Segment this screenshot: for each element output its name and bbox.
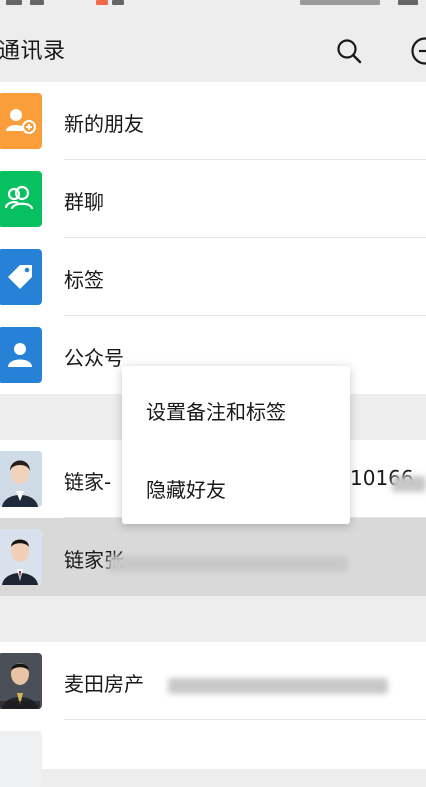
entry-label: 公众号 [64, 342, 124, 371]
entry-group-chats[interactable]: 群聊 [0, 160, 426, 238]
entry-new-friends[interactable]: 新的朋友 [0, 82, 426, 160]
status-bar [0, 0, 426, 10]
status-indicators [300, 0, 380, 5]
contact-row[interactable]: 链家张 [0, 518, 426, 596]
context-menu: 设置备注和标签 隐藏好友 [122, 366, 350, 524]
signal-icon [30, 0, 44, 5]
signal-icon [6, 0, 22, 5]
section-gap [0, 596, 426, 642]
contact-name: 麦田房产 [64, 668, 144, 697]
entry-tags[interactable]: 标签 [0, 238, 426, 316]
battery-icon [398, 0, 418, 5]
header: 通讯录 [0, 10, 426, 82]
redaction-blur [108, 556, 348, 572]
avatar [0, 731, 42, 787]
menu-item-set-remark-and-tags[interactable]: 设置备注和标签 [146, 396, 286, 425]
contact-row[interactable] [0, 720, 426, 769]
contact-row[interactable]: 麦田房产 [0, 642, 426, 720]
avatar [0, 653, 42, 709]
redaction-blur [392, 476, 426, 492]
entry-label: 标签 [64, 264, 104, 293]
search-icon[interactable] [336, 38, 362, 64]
official-account-icon [0, 327, 42, 383]
tag-icon [0, 249, 42, 305]
notification-icon [112, 0, 124, 5]
avatar [0, 451, 42, 507]
page-title: 通讯录 [0, 33, 66, 65]
entry-label: 群聊 [64, 186, 104, 215]
notification-icon [96, 0, 108, 5]
redaction-blur [168, 678, 388, 694]
avatar [0, 529, 42, 585]
group-chat-icon [0, 171, 42, 227]
entry-label: 新的朋友 [64, 108, 144, 137]
menu-item-hide-friend[interactable]: 隐藏好友 [146, 474, 226, 503]
add-friend-icon [0, 93, 42, 149]
contact-name: 链家- [64, 466, 111, 495]
add-icon[interactable] [410, 36, 426, 66]
